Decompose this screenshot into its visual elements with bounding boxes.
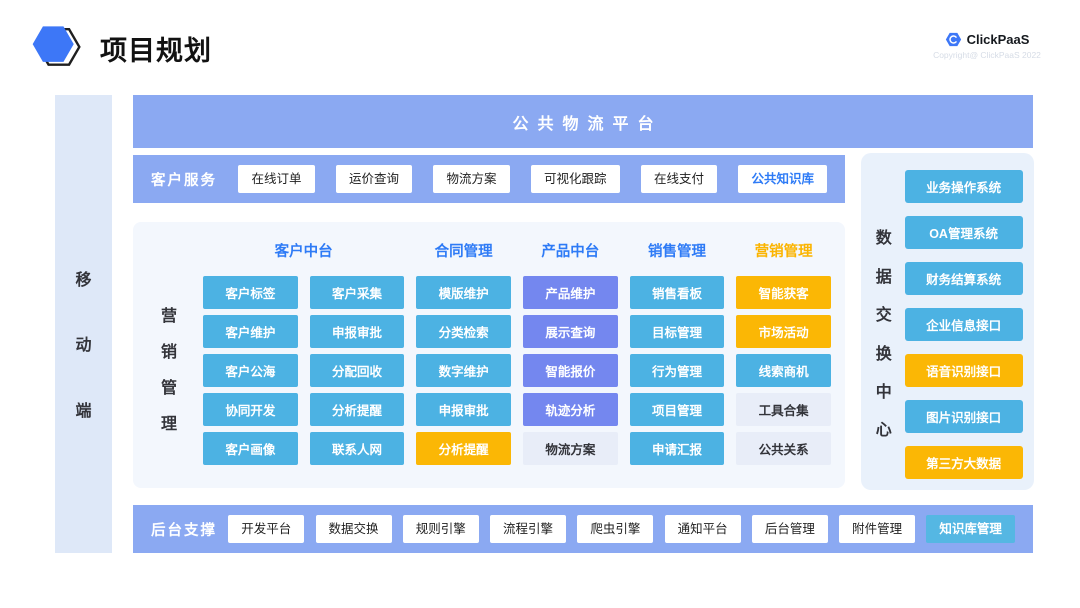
- service-item-online-payment: 在线支付: [641, 165, 717, 194]
- matrix-cell: 产品维护: [523, 276, 618, 309]
- matrix-cell: 目标管理: [630, 315, 725, 348]
- matrix-cell: 申报审批: [310, 315, 405, 348]
- data-exchange-side-label: 数据交换中心: [875, 220, 893, 450]
- slide-canvas: 项目规划 ClickPaaS Copyright@ ClickPaaS 2022…: [0, 0, 1080, 608]
- backend-item-notification-platform: 通知平台: [665, 515, 741, 544]
- clickpaas-hexagon-icon: [945, 31, 962, 48]
- brand-name: ClickPaaS: [967, 32, 1030, 47]
- matrix-cell: 客户采集: [310, 276, 405, 309]
- matrix-cell: 线索商机: [736, 354, 831, 387]
- app-logo-hexagon-icon: [28, 18, 84, 74]
- brand-logo: ClickPaaS Copyright@ ClickPaaS 2022: [922, 31, 1052, 60]
- matrix-cell: 智能获客: [736, 276, 831, 309]
- backend-item-attachment-management: 附件管理: [839, 515, 915, 544]
- matrix-cell: 客户公海: [203, 354, 298, 387]
- page-title: 项目规划: [100, 29, 212, 68]
- column-header-contract-management: 合同管理: [416, 230, 511, 270]
- matrix-cell: 数字维护: [416, 354, 511, 387]
- matrix-cell: 公共关系: [736, 432, 831, 465]
- matrix-cell: 申报审批: [416, 393, 511, 426]
- matrix-side-label-container: 营销管理: [147, 276, 191, 465]
- backend-support-label: 后台支撑: [151, 519, 217, 540]
- matrix-cell: 项目管理: [630, 393, 725, 426]
- customer-service-bar: 客户服务 在线订单 运价查询 物流方案 可视化跟踪 在线支付 公共知识库: [133, 155, 845, 203]
- data-exchange-item: 第三方大数据: [905, 446, 1023, 479]
- column-header-sales-management: 销售管理: [630, 230, 725, 270]
- backend-support-bar: 后台支撑 开发平台 数据交换 规则引擎 流程引擎 爬虫引擎 通知平台 后台管理 …: [133, 505, 1033, 553]
- matrix-cell: 轨迹分析: [523, 393, 618, 426]
- backend-item-rule-engine: 规则引擎: [403, 515, 479, 544]
- service-item-logistics-plan: 物流方案: [433, 165, 509, 194]
- backend-item-crawler-engine: 爬虫引擎: [577, 515, 653, 544]
- mobile-side-bar: 移动端: [55, 95, 112, 553]
- copyright-text: Copyright@ ClickPaaS 2022: [922, 50, 1052, 60]
- data-exchange-item: 语音识别接口: [905, 354, 1023, 387]
- customer-service-label: 客户服务: [151, 169, 217, 190]
- backend-item-data-exchange: 数据交换: [316, 515, 392, 544]
- matrix-cell: 申请汇报: [630, 432, 725, 465]
- matrix-cell: 分析提醒: [416, 432, 511, 465]
- data-exchange-item: OA管理系统: [905, 216, 1023, 249]
- backend-item-backend-management: 后台管理: [752, 515, 828, 544]
- matrix-cell: 物流方案: [523, 432, 618, 465]
- data-exchange-item: 业务操作系统: [905, 170, 1023, 203]
- data-exchange-panel: 数据交换中心 业务操作系统 OA管理系统 财务结算系统 企业信息接口 语音识别接…: [861, 153, 1034, 490]
- backend-item-knowledge-base-management: 知识库管理: [926, 515, 1015, 544]
- backend-item-process-engine: 流程引擎: [490, 515, 566, 544]
- matrix-cell: 智能报价: [523, 354, 618, 387]
- matrix-cell: 联系人网: [310, 432, 405, 465]
- matrix-cell: 客户画像: [203, 432, 298, 465]
- matrix-cell: 分类检索: [416, 315, 511, 348]
- matrix-cell: 客户维护: [203, 315, 298, 348]
- platform-banner: 公共物流平台: [133, 95, 1033, 148]
- column-header-product-middle-platform: 产品中台: [523, 230, 618, 270]
- matrix-cell: 分配回收: [310, 354, 405, 387]
- matrix-cell: 工具合集: [736, 393, 831, 426]
- matrix-cell: 分析提醒: [310, 393, 405, 426]
- matrix-cell: 市场活动: [736, 315, 831, 348]
- data-exchange-item: 图片识别接口: [905, 400, 1023, 433]
- capability-matrix-panel: 客户中台 合同管理 产品中台 销售管理 营销管理 营销管理 客户标签 客户采集 …: [133, 222, 845, 488]
- matrix-cell: 行为管理: [630, 354, 725, 387]
- mobile-side-label: 移动端: [75, 248, 93, 445]
- column-header-customer-middle-platform: 客户中台: [203, 230, 404, 270]
- service-item-visual-tracking: 可视化跟踪: [531, 165, 620, 194]
- data-exchange-item: 企业信息接口: [905, 308, 1023, 341]
- matrix-cell: 模版维护: [416, 276, 511, 309]
- matrix-side-label: 营销管理: [160, 299, 178, 443]
- backend-item-dev-platform: 开发平台: [228, 515, 304, 544]
- platform-banner-label: 公共物流平台: [503, 110, 662, 134]
- matrix-cell: 展示查询: [523, 315, 618, 348]
- service-item-online-order: 在线订单: [238, 165, 314, 194]
- data-exchange-item: 财务结算系统: [905, 262, 1023, 295]
- service-item-public-knowledge-base: 公共知识库: [738, 165, 827, 194]
- matrix-cell: 协同开发: [203, 393, 298, 426]
- matrix-cell: 销售看板: [630, 276, 725, 309]
- matrix-cell: 客户标签: [203, 276, 298, 309]
- service-item-freight-query: 运价查询: [336, 165, 412, 194]
- data-exchange-items: 业务操作系统 OA管理系统 财务结算系统 企业信息接口 语音识别接口 图片识别接…: [905, 170, 1023, 479]
- column-header-marketing-management: 营销管理: [736, 230, 831, 270]
